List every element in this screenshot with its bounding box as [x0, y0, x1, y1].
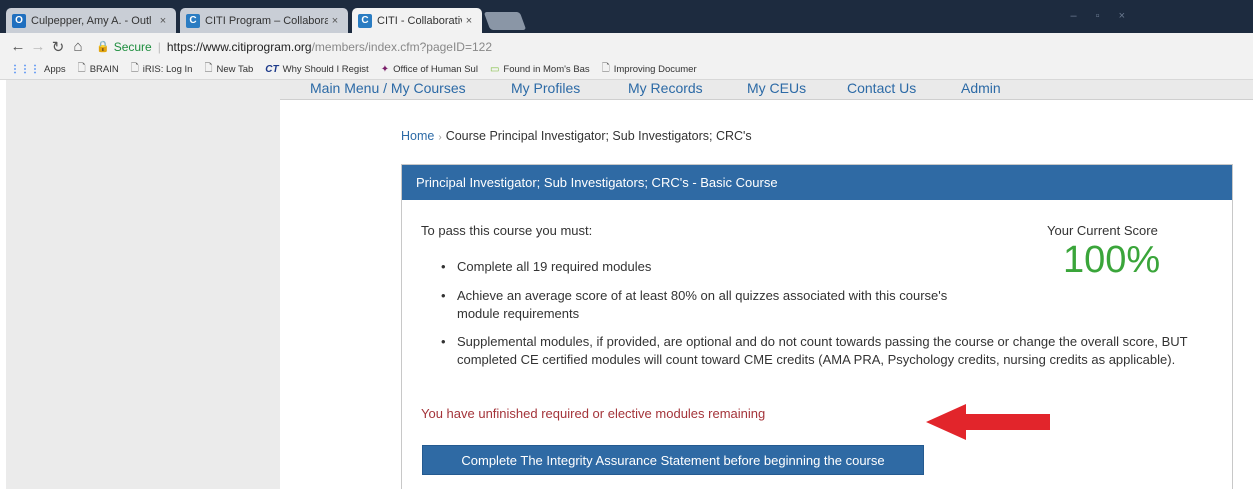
current-score: 100% [1063, 239, 1161, 281]
reload-icon[interactable]: ↻ [48, 38, 68, 56]
bookmark-label: BRAIN [89, 64, 119, 75]
page-icon: 🗋 [204, 63, 213, 74]
url-separator: | [157, 39, 161, 54]
bookmark-human-subjects[interactable]: ✦ Office of Human Sul [381, 64, 478, 75]
tab-title: CITI Program – Collabora [205, 14, 328, 27]
address-bar: ← → ↻ ⌂ 🔒 Secure | https://www.citiprogr… [0, 33, 1253, 60]
home-icon[interactable]: ⌂ [68, 38, 88, 55]
score-label: Your Current Score [1047, 223, 1158, 238]
outlook-icon: O [12, 13, 26, 28]
bullet: • [441, 334, 446, 349]
bullet: • [441, 259, 446, 274]
nav-my-records[interactable]: My Records [628, 80, 703, 96]
page-icon: 🗋 [77, 63, 86, 74]
bookmark-iris[interactable]: 🗋 iRIS: Log In [131, 61, 193, 78]
bookmark-label: Office of Human Sul [393, 64, 478, 75]
tab-citi-active[interactable]: C CITI - Collaborative Instit × [352, 8, 482, 33]
close-tab-icon[interactable]: × [156, 15, 170, 27]
integrity-statement-button[interactable]: Complete The Integrity Assurance Stateme… [422, 445, 924, 475]
requirement-text: Complete all 19 required modules [457, 259, 652, 274]
bookmark-found[interactable]: ▭ Found in Mom's Bas [490, 64, 590, 75]
bookmark-why-register[interactable]: CT Why Should I Regist [265, 64, 368, 75]
bookmark-label: Improving Documer [613, 64, 697, 75]
bookmark-label: Apps [44, 64, 66, 75]
requirement-item: • Complete all 19 required modules [441, 258, 651, 276]
main-nav: Main Menu / My Courses My Profiles My Re… [280, 80, 1253, 100]
browser-tab-strip: O Culpepper, Amy A. - Outl × C CITI Prog… [0, 0, 1253, 33]
bookmark-brain[interactable]: 🗋 BRAIN [78, 61, 119, 78]
nav-my-ceus[interactable]: My CEUs [747, 80, 806, 96]
url-input[interactable]: 🔒 Secure | https://www.citiprogram.org /… [96, 40, 492, 54]
bookmark-improving[interactable]: 🗋 Improving Documer [602, 61, 697, 78]
bookmark-label: iRIS: Log In [142, 64, 193, 75]
bookmark-label: Found in Mom's Bas [503, 64, 590, 75]
citi-icon: C [358, 13, 372, 28]
close-tab-icon[interactable]: × [328, 15, 342, 27]
apps-icon: ⋮⋮⋮ [10, 64, 40, 75]
tab-title: CITI - Collaborative Instit [377, 14, 462, 27]
bookmark-apps[interactable]: ⋮⋮⋮ Apps [10, 64, 66, 75]
found-icon: ▭ [489, 64, 500, 75]
requirement-item: • Achieve an average score of at least 8… [441, 287, 961, 323]
requirement-text: Supplemental modules, if provided, are o… [457, 334, 1188, 367]
tab-citi-program[interactable]: C CITI Program – Collabora × [180, 8, 348, 33]
bullet: • [441, 288, 446, 303]
unfinished-modules-warning: You have unfinished required or elective… [421, 406, 766, 421]
bookmark-label: Why Should I Regist [282, 64, 369, 75]
arrow-shape [926, 404, 1050, 440]
nav-main-menu[interactable]: Main Menu / My Courses [310, 80, 466, 96]
breadcrumb-separator: › [438, 132, 442, 143]
window-controls[interactable]: – ▫ × [1070, 10, 1133, 22]
nav-admin[interactable]: Admin [961, 80, 1001, 96]
breadcrumb-current: Course Principal Investigator; Sub Inves… [445, 129, 752, 143]
breadcrumb: Home › Course Principal Investigator; Sub … [401, 129, 752, 143]
course-title: Principal Investigator; Sub Investigator… [402, 165, 1232, 200]
back-icon[interactable]: ← [8, 38, 28, 55]
secure-label: Secure [113, 39, 152, 54]
requirements-heading: To pass this course you must: [421, 223, 593, 238]
tab-title: Culpepper, Amy A. - Outl [31, 14, 152, 27]
close-tab-icon[interactable]: × [462, 15, 476, 27]
page-icon: 🗋 [601, 63, 610, 74]
bookmark-new-tab[interactable]: 🗋 New Tab [204, 61, 253, 78]
course-panel: Principal Investigator; Sub Investigator… [401, 164, 1233, 489]
url-host: https://www.citiprogram.org [166, 39, 312, 54]
requirement-text: Achieve an average score of at least 80%… [457, 288, 948, 321]
citi-icon: C [186, 13, 200, 28]
lock-icon: 🔒 [96, 41, 110, 53]
bookmark-label: New Tab [216, 64, 254, 75]
bookmarks-bar: ⋮⋮⋮ Apps 🗋 BRAIN 🗋 iRIS: Log In 🗋 New Tab CT… [0, 60, 1253, 80]
requirement-item: • Supplemental modules, if provided, are… [441, 333, 1231, 369]
hs-icon: ✦ [380, 64, 390, 75]
url-path: /members/index.cfm?pageID=122 [311, 39, 493, 54]
left-sidebar-background [0, 80, 280, 489]
ct-icon: CT [265, 64, 279, 75]
page-icon: 🗋 [130, 63, 139, 74]
nav-contact-us[interactable]: Contact Us [847, 80, 916, 96]
tab-outlook[interactable]: O Culpepper, Amy A. - Outl × [6, 8, 176, 33]
forward-icon[interactable]: → [28, 38, 48, 55]
annotation-arrow-icon [926, 404, 1050, 440]
nav-my-profiles[interactable]: My Profiles [511, 80, 580, 96]
breadcrumb-home-link[interactable]: Home [401, 129, 434, 143]
new-tab-button[interactable] [483, 12, 527, 30]
